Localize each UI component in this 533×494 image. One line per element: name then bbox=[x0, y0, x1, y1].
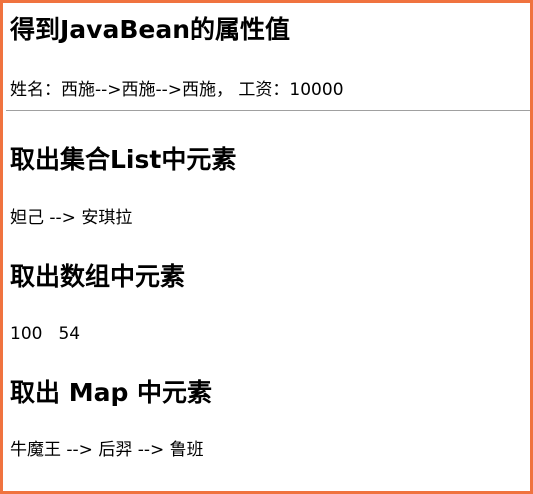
page-frame: 得到JavaBean的属性值 姓名：西施-->西施-->西施， 工资：10000… bbox=[0, 0, 533, 494]
array-section-title: 取出数组中元素 bbox=[10, 262, 186, 291]
array-elements: 100 54 bbox=[10, 323, 80, 345]
list-section-title: 取出集合List中元素 bbox=[10, 145, 237, 174]
array-element: 54 bbox=[58, 324, 81, 344]
section-divider bbox=[6, 110, 530, 111]
map-elements: 牛魔王 --> 后羿 --> 鲁班 bbox=[10, 440, 204, 460]
javabean-section-title: 得到JavaBean的属性值 bbox=[10, 15, 291, 44]
list-elements: 妲己 --> 安琪拉 bbox=[10, 208, 133, 228]
javabean-property-values: 姓名：西施-->西施-->西施， 工资：10000 bbox=[10, 80, 344, 100]
array-element: 100 bbox=[10, 324, 43, 344]
map-section-title: 取出 Map 中元素 bbox=[10, 378, 213, 407]
